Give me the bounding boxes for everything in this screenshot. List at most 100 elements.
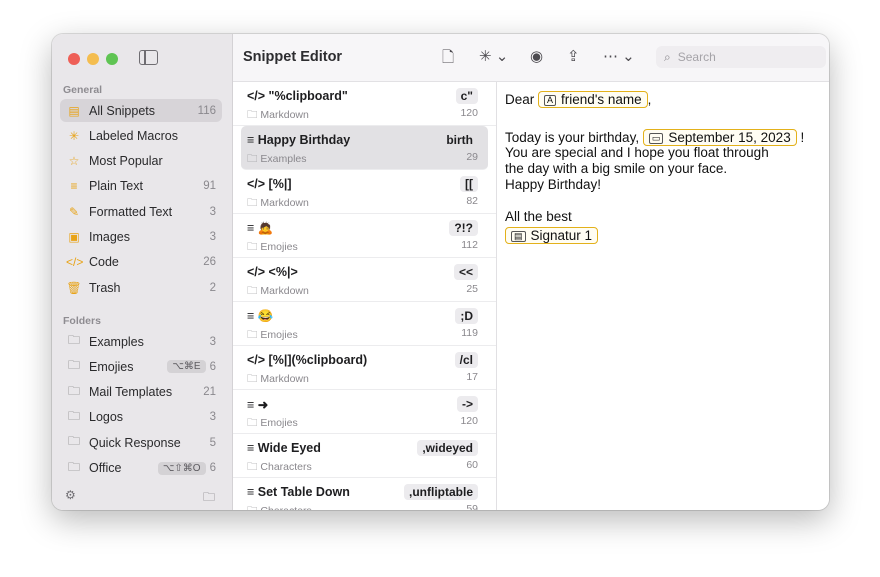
sidebar-item-images[interactable]: ▣ Images 3 xyxy=(60,226,222,249)
macro-icon: ✳ xyxy=(68,128,80,143)
snippet-row[interactable]: ≡ ➜ -> 🗀 Emojies 120 xyxy=(233,390,496,434)
snippet-row[interactable]: </> <%|> << 🗀 Markdown 25 xyxy=(233,258,496,302)
snippet-abbreviation: ?!? xyxy=(449,220,478,236)
star-icon: ☆ xyxy=(68,154,80,169)
macro-menu-icon[interactable]: ✳ ⌄ xyxy=(479,47,508,65)
snippet-row[interactable]: ≡ 🙇?!? 🗀 Emojies 112 xyxy=(233,214,496,258)
friend-name-token[interactable]: Afriend's name xyxy=(538,91,648,108)
folder-item-examples[interactable]: 🗀 Examples 3 xyxy=(60,330,222,353)
snippet-usage-count: 119 xyxy=(461,327,478,339)
snippet-row[interactable]: ≡ 😂 ;D 🗀 Emojies 119 xyxy=(233,302,496,346)
folder-item-count: 3 xyxy=(209,335,216,348)
snippet-folder-label: Emojies xyxy=(260,329,298,341)
snippet-abbreviation: ;D xyxy=(455,308,478,324)
text-field-icon: A xyxy=(544,95,557,106)
snippet-abbreviation: -> xyxy=(456,396,478,412)
folder-item-quick-response[interactable]: 🗀 Quick Response 5 xyxy=(60,431,222,454)
snippet-folder: 🗀 Characters xyxy=(247,461,312,473)
code-icon: </> xyxy=(66,255,84,270)
folder-item-mail-templates[interactable]: 🗀 Mail Templates 21 xyxy=(60,381,222,404)
text-exclaim: ! xyxy=(800,130,805,145)
sidebar-item-all-snippets[interactable]: ▤ All Snippets 116 xyxy=(60,99,222,122)
snippet-usage-count: 59 xyxy=(466,503,478,510)
folder-icon: 🗀 xyxy=(67,383,80,398)
snippet-folder-label: Emojies xyxy=(260,417,298,429)
snippet-name: ≡ Set Table Down xyxy=(247,485,350,499)
search-field[interactable]: ⌕ xyxy=(656,46,826,68)
search-input[interactable] xyxy=(675,49,810,65)
snippet-row[interactable]: </> [%|] [[🗀 Markdown 82 xyxy=(233,170,496,214)
sidebar-toggle-icon[interactable] xyxy=(139,50,158,65)
folder-item-emojies[interactable]: 🗀 Emojies ⌥⌘E 6 xyxy=(60,355,222,378)
snippet-folder: 🗀 Markdown xyxy=(247,285,309,297)
folder-icon: 🗀 xyxy=(67,358,80,373)
folder-item-count: 21 xyxy=(203,386,216,399)
snippet-row[interactable]: ≡ Wide Eyed ,wideyed 🗀 Characters 60 xyxy=(233,434,496,478)
folder-icon: 🗀 xyxy=(67,408,80,423)
sidebar-item-most-popular[interactable]: ☆ Most Popular xyxy=(60,150,222,173)
new-folder-icon[interactable]: 🗀 xyxy=(203,488,215,509)
snippet-abbreviation: ,wideyed xyxy=(417,440,478,456)
sidebar-item-count: 3 xyxy=(209,231,216,243)
signature-token[interactable]: ▤ Signatur 1 xyxy=(505,227,599,244)
sidebar-item-trash[interactable]: 🗑 Trash 2 xyxy=(60,276,222,299)
snippet-folder-label: Markdown xyxy=(260,109,309,121)
window-controls xyxy=(68,53,118,65)
snippet-folder: 🗀 Emojies xyxy=(247,417,298,429)
snippet-editor[interactable]: Dear Afriend's name, Today is your birth… xyxy=(497,82,829,510)
new-snippet-icon[interactable]: 🗋 xyxy=(442,47,454,72)
share-icon[interactable]: ⇪ xyxy=(567,47,580,65)
snippet-row[interactable]: </> [%|](%clipboard) /cl 🗀 Markdown 17 xyxy=(233,346,496,390)
folder-item-office[interactable]: 🗀 Office ⌥⇧⌘O 6 xyxy=(60,457,222,480)
snippet-usage-count: 17 xyxy=(466,371,478,383)
preview-eye-icon[interactable]: ◉ xyxy=(530,47,543,65)
sidebar-item-count: 3 xyxy=(209,205,216,218)
snippets-icon: ▤ xyxy=(68,103,80,118)
snippet-name: ≡ Wide Eyed xyxy=(247,441,321,455)
snippet-folder: 🗀 Emojies xyxy=(247,329,298,341)
toolbar: Snippet Editor 🗋 ✳ ⌄ ◉ ⇪ ⋯ ⌄ ⌕ xyxy=(233,34,829,82)
snippet-abbreviation: << xyxy=(453,264,478,280)
folder-item-logos[interactable]: 🗀 Logos 3 xyxy=(60,406,222,429)
sidebar-item-labeled-macros[interactable]: ✳ Labeled Macros xyxy=(60,124,222,147)
snippet-name: ≡ Happy Birthday xyxy=(247,133,351,147)
snippet-name: </> [%|](%clipboard) xyxy=(247,353,368,367)
minimize-button[interactable] xyxy=(87,53,99,65)
zoom-button[interactable] xyxy=(106,53,118,65)
snippet-row[interactable]: </> "%clipboard" c" 🗀 Markdown 120 xyxy=(233,82,496,126)
folder-icon: 🗀 xyxy=(67,434,80,449)
folder-item-count: 6 xyxy=(209,360,216,373)
sidebar-item-label: Code xyxy=(89,255,119,270)
snippet-folder: 🗀 Emojies xyxy=(247,241,298,253)
plain-text-icon: ≡ xyxy=(70,179,78,194)
more-options-icon[interactable]: ⋯ ⌄ xyxy=(603,47,635,65)
calendar-icon: ▭ xyxy=(648,133,664,144)
sidebar-item-formatted-text[interactable]: ✎ Formatted Text 3 xyxy=(60,200,222,223)
snippet-list: </> "%clipboard" c" 🗀 Markdown 120 ≡ Happy B… xyxy=(233,82,496,510)
snippet-folder: 🗀 Examples xyxy=(247,153,307,165)
text-dear: Dear xyxy=(505,92,535,107)
sidebar-item-label: Most Popular xyxy=(89,154,163,169)
folder-item-count: 3 xyxy=(209,411,216,424)
trash-icon: 🗑 xyxy=(66,280,82,295)
folder-shortcut-badge: ⌥⌘E xyxy=(167,360,206,374)
text-line-5: All the best xyxy=(505,209,572,224)
folder-item-count: 6 xyxy=(209,462,216,474)
snippet-abbreviation: c" xyxy=(455,88,478,104)
snippet-folder-label: Markdown xyxy=(260,373,309,385)
sidebar-item-label: Trash xyxy=(89,280,121,295)
snippet-usage-count: 60 xyxy=(466,459,478,471)
snippet-name: </> <%|> xyxy=(247,265,298,279)
sidebar-item-plain-text[interactable]: ≡ Plain Text 91 xyxy=(60,175,222,198)
formatted-text-icon: ✎ xyxy=(68,204,80,219)
snippet-abbreviation: /cl xyxy=(454,352,478,368)
sidebar-item-code[interactable]: </> Code 26 xyxy=(60,251,222,274)
snippet-row[interactable]: ≡ Set Table Down ,unfliptable 🗀 Characters… xyxy=(233,478,496,510)
gear-icon[interactable]: ⚙ xyxy=(65,488,76,502)
sidebar-item-count: 26 xyxy=(203,256,216,269)
date-label: September 15, 2023 xyxy=(668,130,791,145)
snippet-row[interactable]: ≡ Happy Birthday birth 🗀 Examples 29 xyxy=(241,126,488,170)
close-button[interactable] xyxy=(68,53,80,65)
date-token[interactable]: ▭ September 15, 2023 xyxy=(642,129,797,146)
app-title: Snippet Editor xyxy=(243,49,343,65)
